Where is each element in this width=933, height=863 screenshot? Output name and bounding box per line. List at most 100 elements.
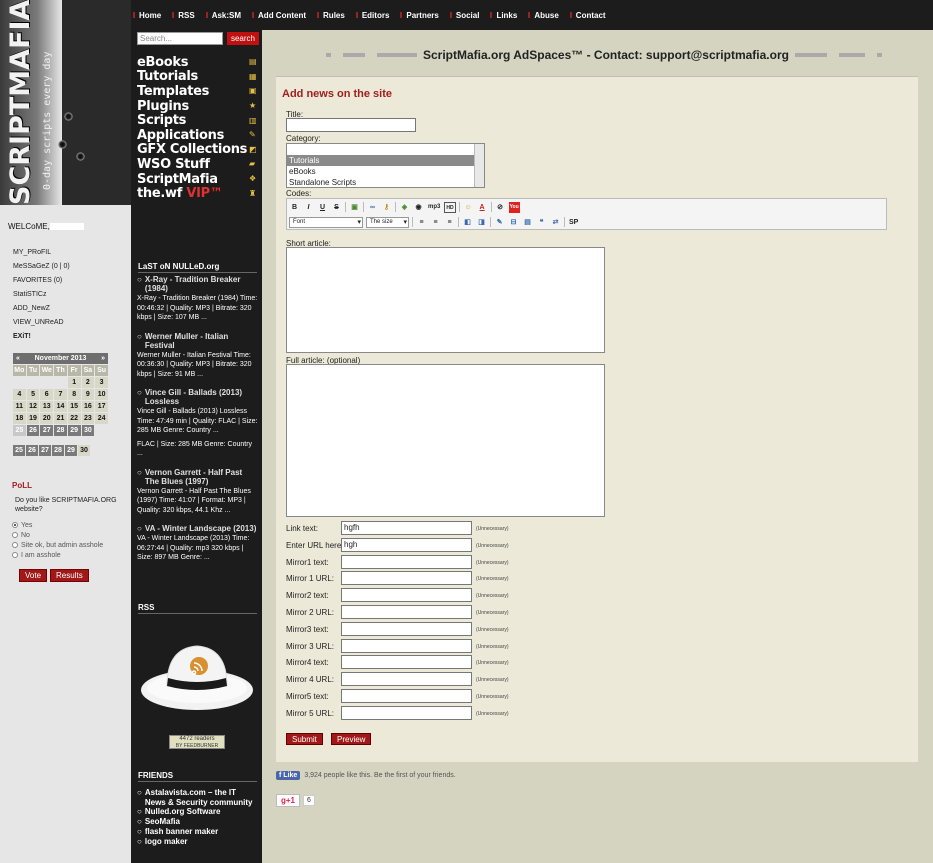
nav-item-partners[interactable]: Partners [400, 11, 439, 20]
poll-option[interactable]: Site ok, but admin asshole [12, 540, 122, 550]
category-item-scriptmafia[interactable]: ScriptMafia ❖ [137, 172, 257, 187]
calendar-prev[interactable]: « [16, 355, 20, 362]
calendar-day[interactable]: 22 [67, 413, 81, 424]
calendar-day[interactable]: 17 [95, 401, 108, 412]
calendar-day[interactable]: 28 [54, 425, 67, 436]
key-icon[interactable]: ⚷ [381, 202, 392, 213]
calendar-day[interactable]: 30 [81, 425, 95, 436]
site-logo[interactable]: SCRIPTMAFIA.ORG 0-day scripts every day [0, 0, 131, 205]
poll-radio[interactable] [12, 542, 18, 548]
calendar-day[interactable]: 14 [54, 401, 67, 412]
calendar-day[interactable]: 13 [40, 401, 54, 412]
nav-item-links[interactable]: Links [490, 11, 517, 20]
calendar-day[interactable]: 12 [26, 401, 40, 412]
vote-button[interactable]: Vote [19, 569, 48, 582]
page-break-icon[interactable]: ▤ [522, 217, 533, 228]
google-plus-button[interactable]: g+1 [276, 794, 301, 807]
no-entry-icon[interactable]: ⊘ [495, 202, 506, 213]
calendar-day[interactable]: 16 [81, 401, 95, 412]
submit-button[interactable]: Submit [286, 733, 323, 745]
calendar-day[interactable]: 23 [81, 413, 95, 424]
title-input[interactable] [286, 118, 416, 132]
calendar-day[interactable]: 26 [26, 445, 38, 456]
calendar-day[interactable]: 15 [67, 401, 81, 412]
size-select[interactable]: The size [366, 216, 409, 228]
category-item-gfx-collections[interactable]: GFX Collections ◩ [137, 142, 257, 157]
user-menu-item[interactable]: FAVORITES (0) [13, 276, 70, 290]
facebook-like-button[interactable]: f Like [276, 771, 301, 780]
smiley-icon[interactable]: ☺ [463, 202, 474, 213]
friend-link[interactable]: ○ flash banner maker [137, 827, 258, 837]
calendar-day[interactable]: 19 [26, 413, 40, 424]
nav-item-home[interactable]: Home [133, 11, 161, 20]
link-field-input[interactable] [341, 588, 472, 603]
nav-item-rules[interactable]: Rules [317, 11, 345, 20]
code-icon[interactable]: ⇄ [550, 217, 561, 228]
nav-item-contact[interactable]: Contact [569, 11, 606, 20]
image-icon[interactable]: ▣ [349, 202, 360, 213]
link-field-input[interactable] [341, 554, 472, 569]
news-item-title[interactable]: ○ Werner Muller - Italian Festival [137, 332, 258, 350]
calendar-day[interactable]: 2 [81, 377, 95, 388]
calendar-day[interactable]: 6 [40, 389, 54, 400]
nav-item-social[interactable]: Social [449, 11, 479, 20]
full-article-textarea[interactable] [286, 364, 605, 517]
category-scrollbar[interactable] [474, 144, 484, 187]
text-color-icon[interactable]: A [477, 202, 488, 213]
calendar-day[interactable]: 20 [40, 413, 54, 424]
search-button[interactable]: search [227, 32, 259, 45]
ad-banner[interactable]: ScriptMafia.org AdSpaces™ - Contact: sup… [276, 34, 932, 76]
calendar-day[interactable]: 27 [40, 425, 54, 436]
poll-radio[interactable] [12, 522, 18, 528]
news-item-title[interactable]: ○ Vernon Garrett - Half Past The Blues (1… [137, 468, 258, 486]
video-icon[interactable]: HD [444, 201, 456, 213]
category-item-the-wf[interactable]: the.wf VIP™ ♜ [137, 186, 257, 201]
flash-icon[interactable]: ◈ [399, 202, 410, 213]
news-item-title[interactable]: ○ Vince Gill - Ballads (2013) Lossless [137, 388, 258, 406]
poll-radio[interactable] [12, 532, 18, 538]
font-select[interactable]: Font [289, 216, 363, 228]
user-menu-item[interactable]: StatiSTICz [13, 290, 70, 304]
short-article-textarea[interactable] [286, 247, 605, 353]
align-center-icon[interactable]: ≡ [430, 217, 441, 228]
link-field-input[interactable] [341, 605, 472, 619]
bold-button[interactable]: B [289, 202, 300, 213]
link-field-input[interactable] [341, 571, 472, 586]
friend-link[interactable]: ○ SeoMafia [137, 817, 258, 827]
category-item-scripts[interactable]: Scripts ▥ [137, 113, 257, 128]
calendar-day[interactable]: 26 [26, 425, 40, 436]
calendar-day[interactable]: 25 [13, 445, 25, 456]
rss-hat-icon[interactable] [137, 638, 257, 718]
calendar-day[interactable]: 30 [78, 445, 90, 456]
insert-image-left-icon[interactable]: ◧ [462, 217, 473, 228]
spoiler-icon[interactable]: ⊟ [508, 217, 519, 228]
feedburner-counter[interactable]: 4472 readers BY FEEDBURNER [169, 735, 225, 749]
calendar-day[interactable]: 4 [13, 389, 26, 400]
news-item-title[interactable]: ○ X-Ray - Tradition Breaker (1984) [137, 275, 258, 293]
category-item-templates[interactable]: Templates ▣ [137, 84, 257, 99]
calendar-day[interactable]: 5 [26, 389, 40, 400]
calendar-day[interactable]: 29 [65, 445, 77, 456]
nav-item-add-content[interactable]: Add Content [252, 11, 306, 20]
category-option[interactable] [287, 144, 484, 155]
calendar-day[interactable]: 25 [13, 425, 26, 436]
italic-button[interactable]: I [303, 202, 314, 213]
mp3-icon[interactable]: mp3 [427, 202, 441, 213]
calendar-day[interactable]: 27 [39, 445, 51, 456]
category-option[interactable]: Tutorials [287, 155, 484, 166]
calendar-day[interactable]: 8 [67, 389, 81, 400]
link-icon[interactable]: ∞ [367, 202, 378, 213]
youtube-icon[interactable]: You [508, 201, 520, 213]
calendar-day[interactable]: 24 [95, 413, 108, 424]
poll-radio[interactable] [12, 552, 18, 558]
nav-item-abuse[interactable]: Abuse [528, 11, 559, 20]
sp-button[interactable]: SP [568, 217, 579, 228]
link-field-input[interactable] [341, 621, 472, 636]
calendar-day[interactable]: 3 [95, 377, 108, 388]
calendar-day[interactable]: 10 [95, 389, 108, 400]
nav-item-rss[interactable]: RSS [172, 11, 195, 20]
calendar-day[interactable]: 18 [13, 413, 26, 424]
edit-icon[interactable]: ✎ [494, 217, 505, 228]
search-input[interactable]: Search... [137, 32, 223, 45]
category-item-wso-stuff[interactable]: WSO Stuff ▰ [137, 157, 257, 172]
